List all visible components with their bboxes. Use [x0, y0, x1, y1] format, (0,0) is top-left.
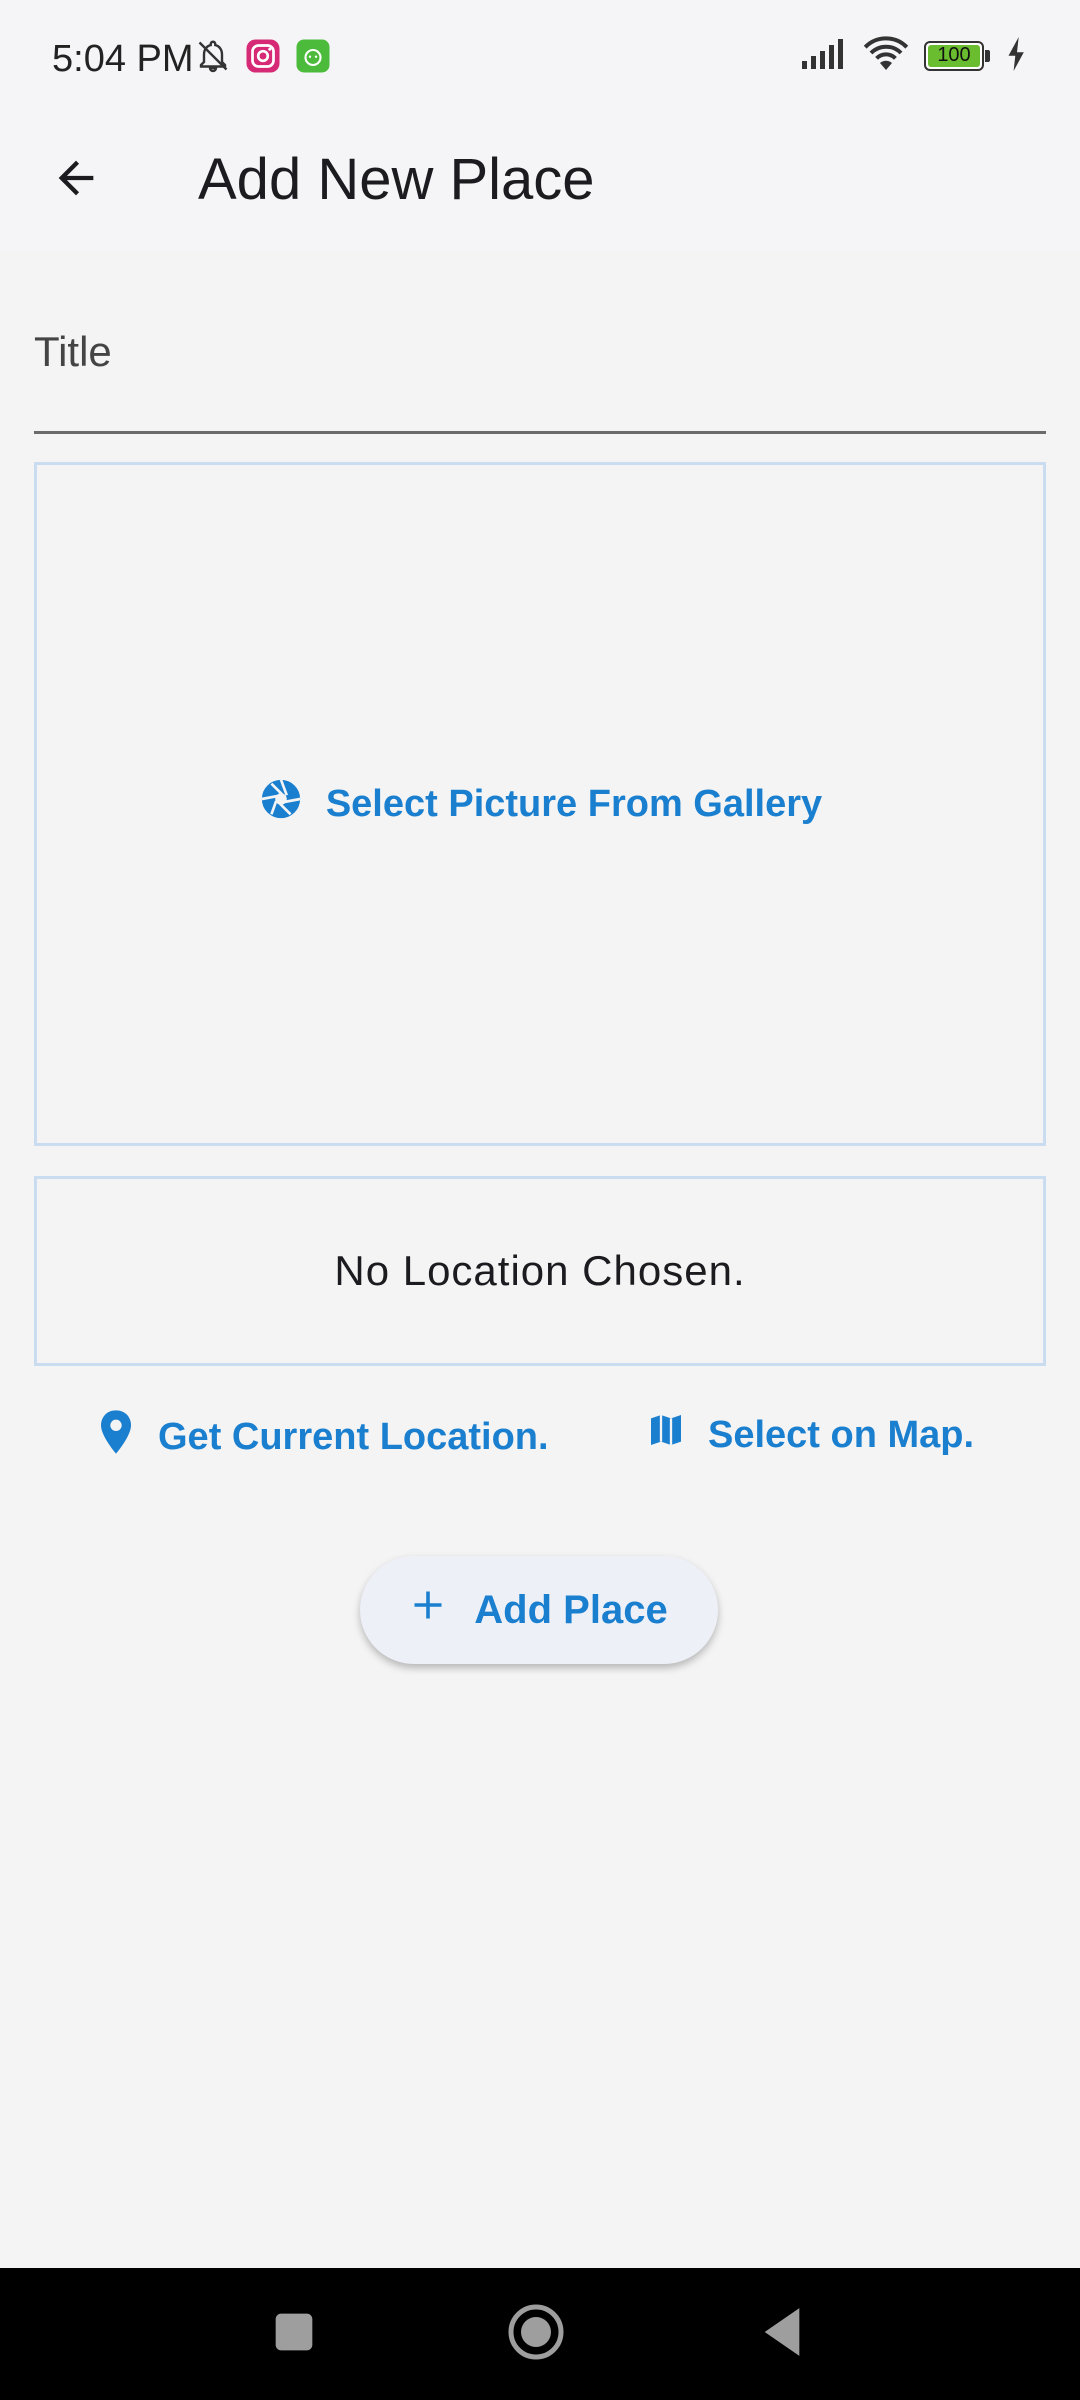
location-pin-icon	[96, 1408, 136, 1466]
system-nav-bar	[0, 2268, 1080, 2400]
image-preview-box: Select Picture From Gallery	[34, 462, 1046, 1146]
status-bar: 5:04 PM 100	[0, 0, 1080, 120]
recents-icon	[272, 2310, 316, 2359]
home-icon	[506, 2302, 566, 2367]
app-bar: Add New Place	[0, 120, 1080, 250]
select-on-map-button[interactable]: Select on Map.	[646, 1408, 974, 1462]
back-nav-button[interactable]	[750, 2302, 814, 2366]
charging-icon	[1006, 37, 1028, 76]
recents-button[interactable]	[262, 2302, 326, 2366]
title-input[interactable]: Title	[34, 300, 1046, 434]
get-current-location-button[interactable]: Get Current Location.	[96, 1408, 549, 1466]
add-place-label: Add Place	[474, 1587, 668, 1632]
wifi-icon	[862, 36, 910, 77]
arrow-back-icon	[50, 152, 102, 209]
select-map-label: Select on Map.	[708, 1413, 975, 1456]
status-icons-right: 100	[800, 36, 1028, 77]
select-picture-label: Select Picture From Gallery	[325, 782, 823, 825]
location-preview-box: No Location Chosen.	[34, 1176, 1046, 1366]
add-place-button[interactable]: Add Place	[360, 1556, 718, 1664]
map-icon	[646, 1408, 686, 1462]
page-title: Add New Place	[198, 147, 595, 212]
back-button[interactable]	[40, 144, 112, 216]
status-time: 5:04 PM	[52, 38, 194, 80]
android-app-icon	[295, 38, 331, 79]
get-location-label: Get Current Location.	[158, 1415, 549, 1458]
plus-icon	[410, 1587, 446, 1633]
select-picture-button[interactable]: Select Picture From Gallery	[258, 776, 822, 832]
signal-icon	[800, 37, 848, 76]
home-button[interactable]	[504, 2302, 568, 2366]
back-triangle-icon	[759, 2306, 805, 2363]
camera-shutter-icon	[258, 776, 304, 832]
status-icons-left	[195, 36, 331, 81]
location-actions: Get Current Location. Select on Map.	[0, 1400, 1080, 1470]
instagram-icon	[245, 38, 281, 79]
battery-icon: 100	[924, 40, 992, 73]
bell-off-icon	[195, 36, 231, 81]
battery-level-text: 100	[937, 43, 971, 66]
title-field-label: Title	[34, 328, 112, 375]
location-status-text: No Location Chosen.	[334, 1247, 746, 1294]
